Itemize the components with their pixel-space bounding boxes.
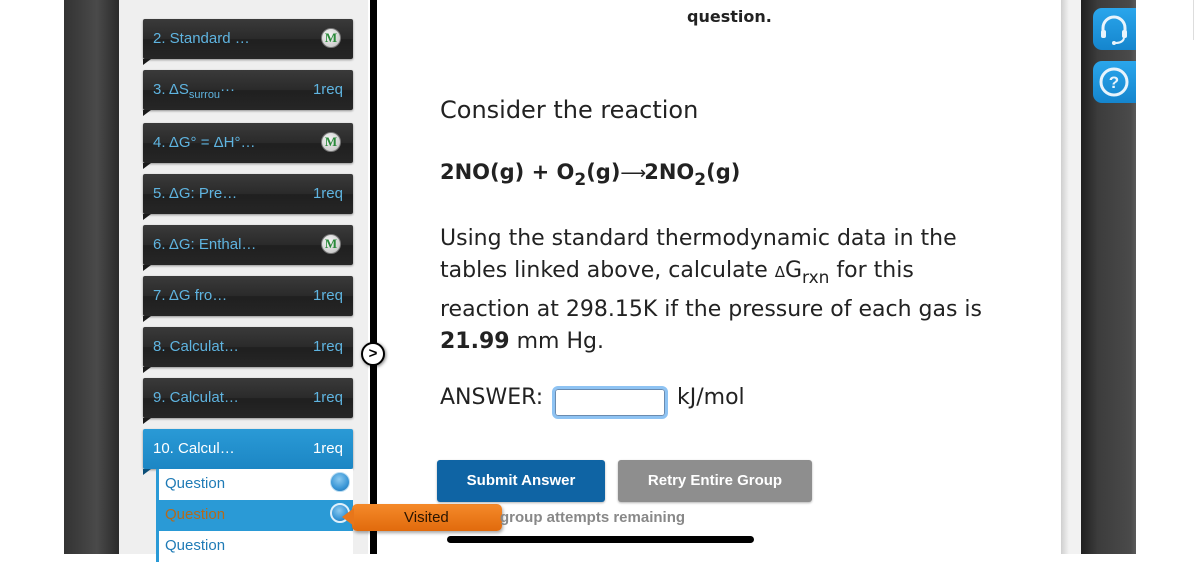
reaction-equation: 2NO(g) + O2(g)⟶2NO2(g): [440, 160, 740, 190]
headset-icon: [1101, 15, 1127, 45]
tooltip-text: Visited: [404, 509, 449, 526]
req-count: 1req: [312, 440, 343, 457]
nav-item-label: 10. Calcul…: [153, 440, 235, 457]
nav-item-2[interactable]: 2. Standard … M: [143, 19, 353, 65]
question-sub-list: Question Question Question: [156, 469, 353, 562]
reactants: 2NO(g) + O: [440, 160, 575, 184]
answer-label: ANSWER:: [440, 385, 544, 410]
left-frame-bar: [64, 0, 119, 554]
nav-item-label: 4. ΔG° = ΔH°…: [153, 134, 256, 151]
nav-item-label: 8. Calculat…: [153, 338, 239, 355]
pressure-unit: mm Hg.: [509, 329, 604, 354]
sub-question-2[interactable]: Question: [156, 500, 353, 531]
scroll-indicator[interactable]: [447, 536, 754, 543]
nav-item-4[interactable]: 4. ΔG° = ΔH°… M: [143, 123, 353, 169]
nav-item-6[interactable]: 6. ΔG: Enthal… M: [143, 225, 353, 271]
nav-item-3[interactable]: 3. ΔSsurrou··· 1req: [143, 70, 353, 116]
rxn-subscript: rxn: [802, 268, 830, 288]
label-ellipsis: ···: [220, 81, 236, 98]
submit-answer-button[interactable]: Submit Answer: [437, 460, 605, 502]
subscript: 2: [574, 170, 587, 190]
subscript: 2: [694, 170, 707, 190]
mastered-badge-icon: M: [321, 132, 341, 152]
products: 2NO: [644, 160, 695, 184]
status-dot-icon: [330, 472, 350, 492]
sub-question-3[interactable]: Question: [156, 531, 353, 562]
expand-panel-button[interactable]: >: [361, 342, 385, 366]
nav-item-label: 6. ΔG: Enthal…: [153, 236, 257, 253]
window-edge: [1193, 0, 1200, 40]
reaction-arrow-icon: ⟶: [620, 163, 646, 184]
req-count: 1req: [312, 338, 343, 355]
mastered-badge-icon: M: [321, 28, 341, 48]
label-main: 3. ΔS: [153, 81, 189, 98]
nav-item-5[interactable]: 5. ΔG: Pre… 1req: [143, 174, 353, 220]
nav-item-8[interactable]: 8. Calculat… 1req: [143, 327, 353, 373]
previous-text-fragment: question.: [687, 7, 772, 26]
gibbs-symbol: G: [784, 258, 803, 283]
question-intro: Consider the reaction: [440, 96, 699, 124]
req-count: 1req: [312, 389, 343, 406]
answer-input[interactable]: [552, 386, 668, 419]
nav-item-label: 3. ΔSsurrou···: [153, 81, 235, 101]
retry-group-button[interactable]: Retry Entire Group: [618, 460, 812, 502]
req-count: 1req: [312, 185, 343, 202]
visited-tooltip: Visited: [342, 504, 502, 531]
sub-question-label: Question: [165, 506, 226, 523]
help-icon: ?: [1099, 67, 1129, 97]
nav-item-label: 9. Calculat…: [153, 389, 239, 406]
nav-item-label: 7. ΔG fro…: [153, 287, 228, 304]
sub-question-label: Question: [165, 537, 226, 554]
panel-divider: [370, 0, 377, 554]
attempts-remaining: group attempts remaining: [500, 509, 686, 526]
help-button[interactable]: ?: [1093, 61, 1136, 103]
support-button[interactable]: [1093, 8, 1136, 50]
right-frame-border: [1061, 0, 1081, 554]
req-count: 1req: [312, 287, 343, 304]
answer-unit: kJ/mol: [677, 385, 745, 410]
nav-item-label: 5. ΔG: Pre…: [153, 185, 238, 202]
nav-item-9[interactable]: 9. Calculat… 1req: [143, 378, 353, 424]
label-subscript: surrou: [188, 89, 221, 101]
state: (g): [706, 160, 741, 184]
delta-symbol: Δ: [774, 263, 785, 281]
question-prompt: Using the standard thermodynamic data in…: [440, 223, 1000, 358]
mastered-badge-icon: M: [321, 234, 341, 254]
pressure-value: 21.99: [440, 329, 510, 354]
svg-text:?: ?: [1109, 73, 1119, 92]
req-count: 1req: [312, 81, 343, 98]
sub-question-label: Question: [165, 475, 226, 492]
nav-item-10[interactable]: 10. Calcul… 1req: [143, 429, 353, 475]
nav-item-7[interactable]: 7. ΔG fro… 1req: [143, 276, 353, 322]
nav-item-label: 2. Standard …: [153, 30, 250, 47]
sub-question-1[interactable]: Question: [156, 469, 353, 500]
state: (g): [586, 160, 621, 184]
